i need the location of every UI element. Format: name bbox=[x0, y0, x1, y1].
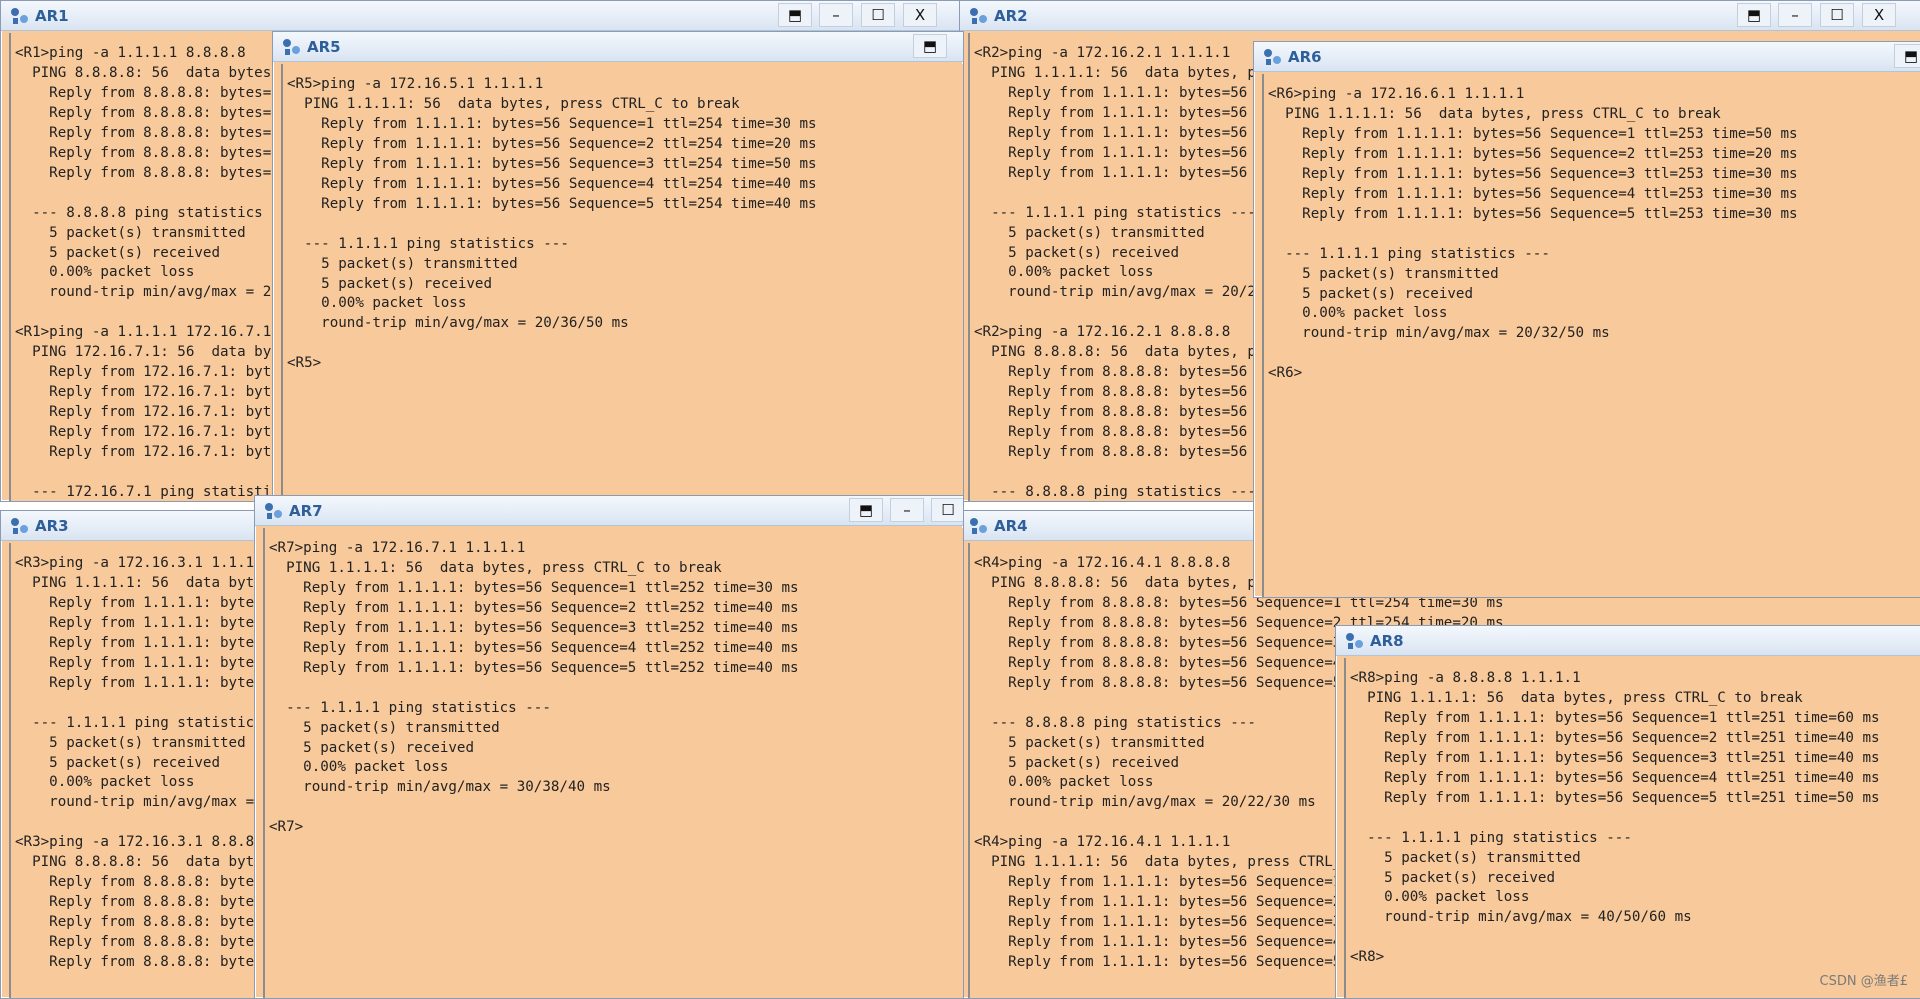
console-ar5[interactable]: <R5>ping -a 172.16.5.1 1.1.1.1 PING 1.1.… bbox=[281, 64, 963, 502]
console-ar8[interactable]: <R8>ping -a 8.8.8.8 1.1.1.1 PING 1.1.1.1… bbox=[1344, 658, 1920, 998]
restore-down-button-ar2[interactable]: ⬒ bbox=[1737, 3, 1771, 27]
window-title-ar7: AR7 bbox=[289, 502, 323, 520]
window-title-ar6: AR6 bbox=[1288, 48, 1322, 66]
maximize-button-ar1[interactable]: ☐ bbox=[861, 3, 895, 27]
window-ar7[interactable]: AR7 ⬒ – ☐ <R7>ping -a 172.16.7.1 1.1.1.1… bbox=[254, 495, 964, 999]
titlebar-ar1[interactable]: AR1 ⬒ – ☐ X bbox=[1, 1, 967, 31]
restore-down-button-ar6[interactable]: ⬒ bbox=[1894, 44, 1920, 68]
router-icon bbox=[281, 36, 303, 58]
window-title-ar1: AR1 bbox=[35, 7, 69, 25]
console-text-ar5: <R5>ping -a 172.16.5.1 1.1.1.1 PING 1.1.… bbox=[287, 76, 817, 372]
window-title-ar4: AR4 bbox=[994, 517, 1028, 535]
titlebar-ar8[interactable]: AR8 bbox=[1336, 626, 1920, 656]
close-button-ar2[interactable]: X bbox=[1862, 3, 1896, 27]
window-title-ar3: AR3 bbox=[35, 517, 69, 535]
window-ar5[interactable]: AR5 ⬒ <R5>ping -a 172.16.5.1 1.1.1.1 PIN… bbox=[272, 31, 964, 503]
restore-down-button-ar1[interactable]: ⬒ bbox=[778, 3, 812, 27]
router-icon bbox=[1344, 630, 1366, 652]
watermark: CSDN @渔者£ bbox=[1819, 974, 1908, 989]
router-icon bbox=[968, 5, 990, 27]
console-text-ar6: <R6>ping -a 172.16.6.1 1.1.1.1 PING 1.1.… bbox=[1268, 86, 1798, 382]
window-title-ar5: AR5 bbox=[307, 38, 341, 56]
router-icon bbox=[1262, 46, 1284, 68]
minimize-button-ar7[interactable]: – bbox=[890, 498, 924, 522]
router-icon bbox=[968, 515, 990, 537]
titlebar-ar2[interactable]: AR2 ⬒ – ☐ X bbox=[960, 1, 1920, 31]
router-icon bbox=[9, 515, 31, 537]
router-icon bbox=[263, 500, 285, 522]
restore-down-button-ar7[interactable]: ⬒ bbox=[849, 498, 883, 522]
restore-down-button-ar5[interactable]: ⬒ bbox=[913, 34, 947, 58]
titlebar-ar6[interactable]: AR6 ⬒ bbox=[1254, 42, 1920, 72]
console-text-ar8: <R8>ping -a 8.8.8.8 1.1.1.1 PING 1.1.1.1… bbox=[1350, 670, 1880, 966]
minimize-button-ar2[interactable]: – bbox=[1778, 3, 1812, 27]
titlebar-ar5[interactable]: AR5 ⬒ bbox=[273, 32, 963, 62]
console-text-ar7: <R7>ping -a 172.16.7.1 1.1.1.1 PING 1.1.… bbox=[269, 540, 799, 836]
console-ar6[interactable]: <R6>ping -a 172.16.6.1 1.1.1.1 PING 1.1.… bbox=[1262, 74, 1920, 597]
window-title-ar8: AR8 bbox=[1370, 632, 1404, 650]
window-title-ar2: AR2 bbox=[994, 7, 1028, 25]
router-icon bbox=[9, 5, 31, 27]
window-ar6[interactable]: AR6 ⬒ <R6>ping -a 172.16.6.1 1.1.1.1 PIN… bbox=[1253, 41, 1920, 598]
minimize-button-ar1[interactable]: – bbox=[819, 3, 853, 27]
console-ar7[interactable]: <R7>ping -a 172.16.7.1 1.1.1.1 PING 1.1.… bbox=[263, 528, 963, 998]
close-button-ar1[interactable]: X bbox=[903, 3, 937, 27]
titlebar-ar7[interactable]: AR7 ⬒ – ☐ bbox=[255, 496, 963, 526]
maximize-button-ar2[interactable]: ☐ bbox=[1820, 3, 1854, 27]
maximize-button-ar7[interactable]: ☐ bbox=[931, 498, 963, 522]
window-ar8[interactable]: AR8 <R8>ping -a 8.8.8.8 1.1.1.1 PING 1.1… bbox=[1335, 625, 1920, 999]
